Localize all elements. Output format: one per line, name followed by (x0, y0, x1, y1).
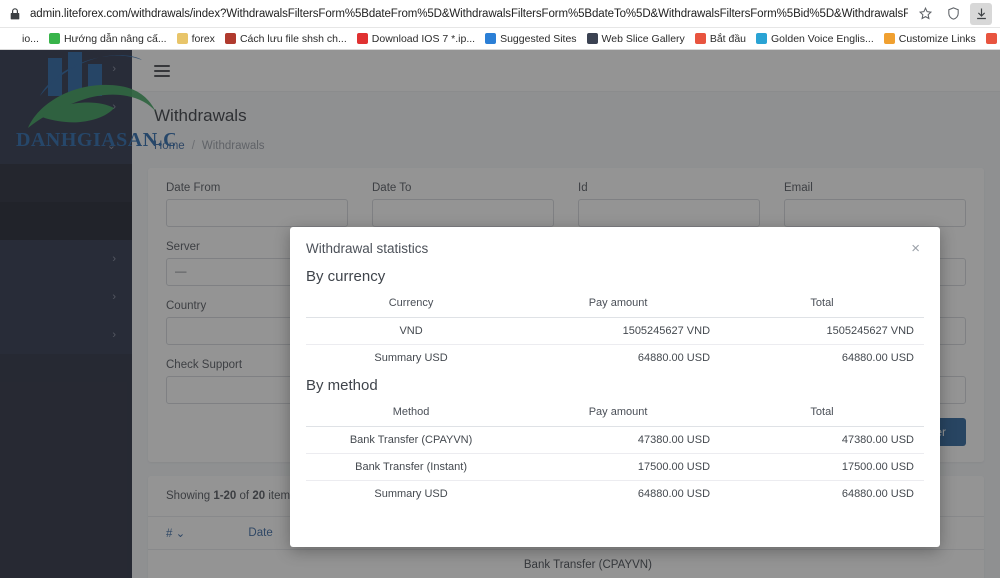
bookmark-label: Web Slice Gallery (601, 32, 685, 45)
bookmark-item[interactable]: Download IOS 7 *.ip... (352, 29, 480, 49)
statistics-row-value: 64880.00 USD (841, 352, 914, 364)
download-icon[interactable] (970, 2, 992, 25)
bookmark-label: Hướng dẫn nâng cấ... (63, 32, 167, 45)
bookmark-label: Suggested Sites (500, 32, 577, 45)
statistics-row: VND 1505245627 VND 1505245627 VND (306, 317, 924, 345)
bookmark-favicon-icon (176, 33, 188, 44)
statistics-row-label: Summary USD (374, 352, 448, 364)
statistics-row-value: 1505245627 VND (720, 317, 924, 345)
browser-url-bar[interactable]: admin.liteforex.com/withdrawals/index?Wi… (0, 0, 1000, 28)
url-text: admin.liteforex.com/withdrawals/index?Wi… (30, 7, 908, 20)
statistics-row-value: 47380.00 USD (720, 426, 924, 454)
statistics-row: Bank Transfer (CPAYVN) 47380.00 USD 47380.… (306, 426, 924, 454)
statistics-row-value: 17500.00 USD (516, 453, 721, 481)
statistics-header-row: Method Pay amount Total (306, 402, 924, 427)
bookmark-item[interactable]: Suggested Sites (480, 29, 581, 49)
bookmark-label: Bắt đầu (709, 32, 747, 45)
bookmark-item[interactable]: Bắt đầu (690, 29, 751, 49)
statistics-header-row: Currency Pay amount Total (306, 293, 924, 318)
bookmark-item[interactable]: io... (2, 29, 44, 49)
bookmark-item[interactable]: Web Slice Gallery (582, 29, 690, 49)
statistics-column-header: Total (720, 402, 924, 427)
statistics-row-value: 47380.00 USD (516, 426, 721, 454)
statistics-row-label: Bank Transfer (Instant) (306, 453, 517, 481)
bookmark-favicon-icon (756, 33, 768, 44)
statistics-column-header: Currency (306, 293, 517, 318)
statistics-row-value: 17500.00 USD (720, 453, 924, 481)
bookmark-label: Golden Voice Englis... (771, 32, 874, 45)
bookmark-item[interactable]: Cách lưu file shsh ch... (220, 29, 352, 49)
statistics-row: Bank Transfer (Instant) 17500.00 USD 17500… (306, 453, 924, 481)
statistics-row-value: 64880.00 USD (637, 352, 711, 364)
bookmark-item[interactable]: Hướng dẫn nâng cấ... (44, 29, 172, 49)
bookmark-label: io... (22, 32, 39, 45)
browser-chrome: admin.liteforex.com/withdrawals/index?Wi… (0, 0, 1000, 50)
statistics-row-value: 1505245627 VND (516, 317, 721, 345)
modal-section-heading: By currency (306, 268, 386, 285)
statistics-column-header: Pay amount (516, 293, 721, 318)
page-body: s›ng›ance⌄sitsdrawalsate›stics›stics EU›… (0, 50, 1000, 578)
statistics-column-header: Method (306, 402, 517, 427)
statistics-row-label: VND (306, 317, 517, 345)
modal-section-heading: By method (306, 377, 378, 394)
bookmark-favicon-icon (356, 33, 368, 44)
lock-icon (8, 7, 22, 21)
modal-body: By currency Currency Pay amount Total VND 150… (290, 260, 940, 507)
statistics-table: Currency Pay amount Total VND 1505245627 VND… (306, 293, 924, 371)
bookmark-label: forex (191, 32, 215, 45)
bookmark-favicon-icon (694, 33, 706, 44)
statistics-column-header: Pay amount (516, 402, 721, 427)
bookmark-item[interactable]: Customize Links (879, 29, 981, 49)
bookmark-favicon-icon (883, 33, 895, 44)
statistics-row: Summary USD 64880.00 USD 64880.00 USD (306, 345, 924, 372)
statistics-table: Method Pay amount Total Bank Transfer (CPAY… (306, 402, 924, 507)
bookmark-favicon-icon (224, 33, 236, 44)
statistics-row: Summary USD 64880.00 USD 64880.00 USD (306, 481, 924, 508)
star-icon[interactable] (914, 3, 936, 25)
bookmark-favicon-icon (48, 33, 60, 44)
statistics-row-label: Summary USD (374, 488, 448, 500)
bookmark-item[interactable]: Golden Voice Englis... (751, 29, 879, 49)
modal-overlay[interactable]: Withdrawal statistics × By currency Curre… (0, 50, 1000, 578)
withdrawal-statistics-modal: Withdrawal statistics × By currency Curre… (290, 227, 940, 547)
statistics-row-label: Bank Transfer (CPAYVN) (306, 426, 517, 454)
bookmark-label: Cách lưu file shsh ch... (239, 32, 347, 45)
statistics-column-header: Total (720, 293, 924, 318)
shield-icon[interactable] (942, 3, 964, 25)
bookmark-favicon-icon (985, 33, 997, 44)
modal-title: Withdrawal statistics (306, 241, 429, 256)
bookmark-favicon-icon (485, 33, 497, 44)
statistics-row-value: 64880.00 USD (637, 488, 711, 500)
bookmarks-bar: io... Hướng dẫn nâng cấ... forex Cách lưu f… (0, 28, 1000, 50)
modal-header: Withdrawal statistics × (290, 227, 940, 260)
close-icon[interactable]: × (911, 241, 920, 256)
bookmark-favicon-icon (586, 33, 598, 44)
bookmark-item[interactable]: forex (172, 29, 220, 49)
bookmark-favicon-icon (7, 33, 18, 44)
statistics-row-value: 64880.00 USD (841, 488, 914, 500)
bookmark-label: Customize Links (898, 32, 976, 45)
bookmark-item[interactable]: Bắt đầu (981, 29, 1000, 49)
bookmark-label: Download IOS 7 *.ip... (371, 32, 476, 45)
